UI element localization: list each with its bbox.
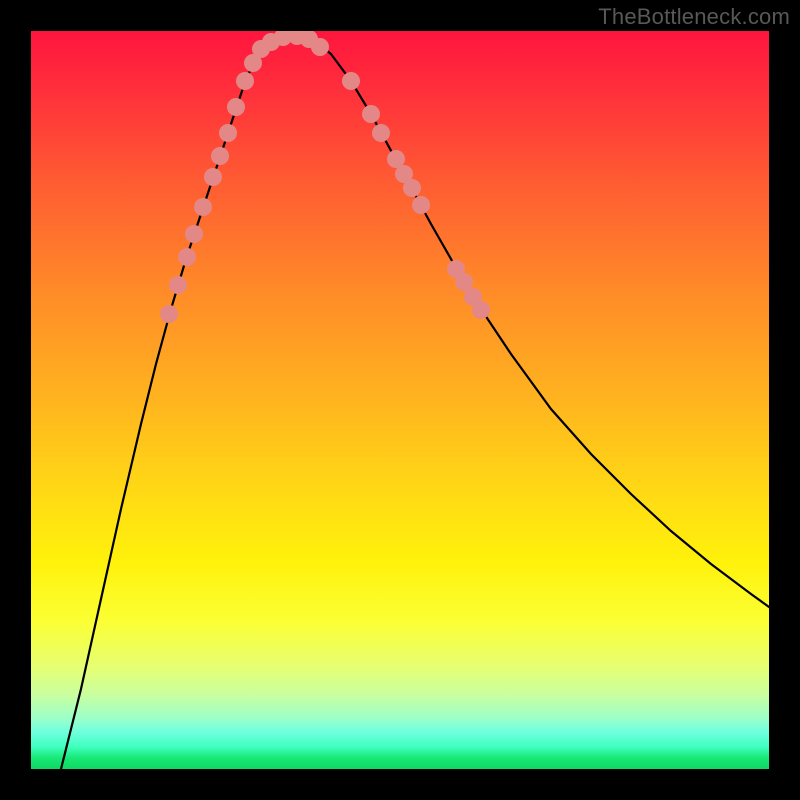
marker-dot [412, 196, 430, 214]
bottleneck-curve [61, 34, 769, 769]
marker-dot [342, 72, 360, 90]
curve-markers [160, 31, 490, 323]
marker-dot [194, 198, 212, 216]
marker-dot [372, 124, 390, 142]
marker-dot [185, 225, 203, 243]
marker-dot [169, 276, 187, 294]
marker-dot [219, 124, 237, 142]
curve-svg [31, 31, 769, 769]
marker-dot [236, 72, 254, 90]
marker-dot [204, 168, 222, 186]
marker-dot [160, 305, 178, 323]
watermark-text: TheBottleneck.com [598, 4, 790, 30]
marker-dot [362, 105, 380, 123]
chart-stage: TheBottleneck.com [0, 0, 800, 800]
marker-dot [227, 98, 245, 116]
plot-area [31, 31, 769, 769]
marker-dot [472, 301, 490, 319]
marker-dot [178, 248, 196, 266]
marker-dot [455, 273, 473, 291]
marker-dot [403, 179, 421, 197]
marker-dot [311, 38, 329, 56]
marker-dot [211, 147, 229, 165]
